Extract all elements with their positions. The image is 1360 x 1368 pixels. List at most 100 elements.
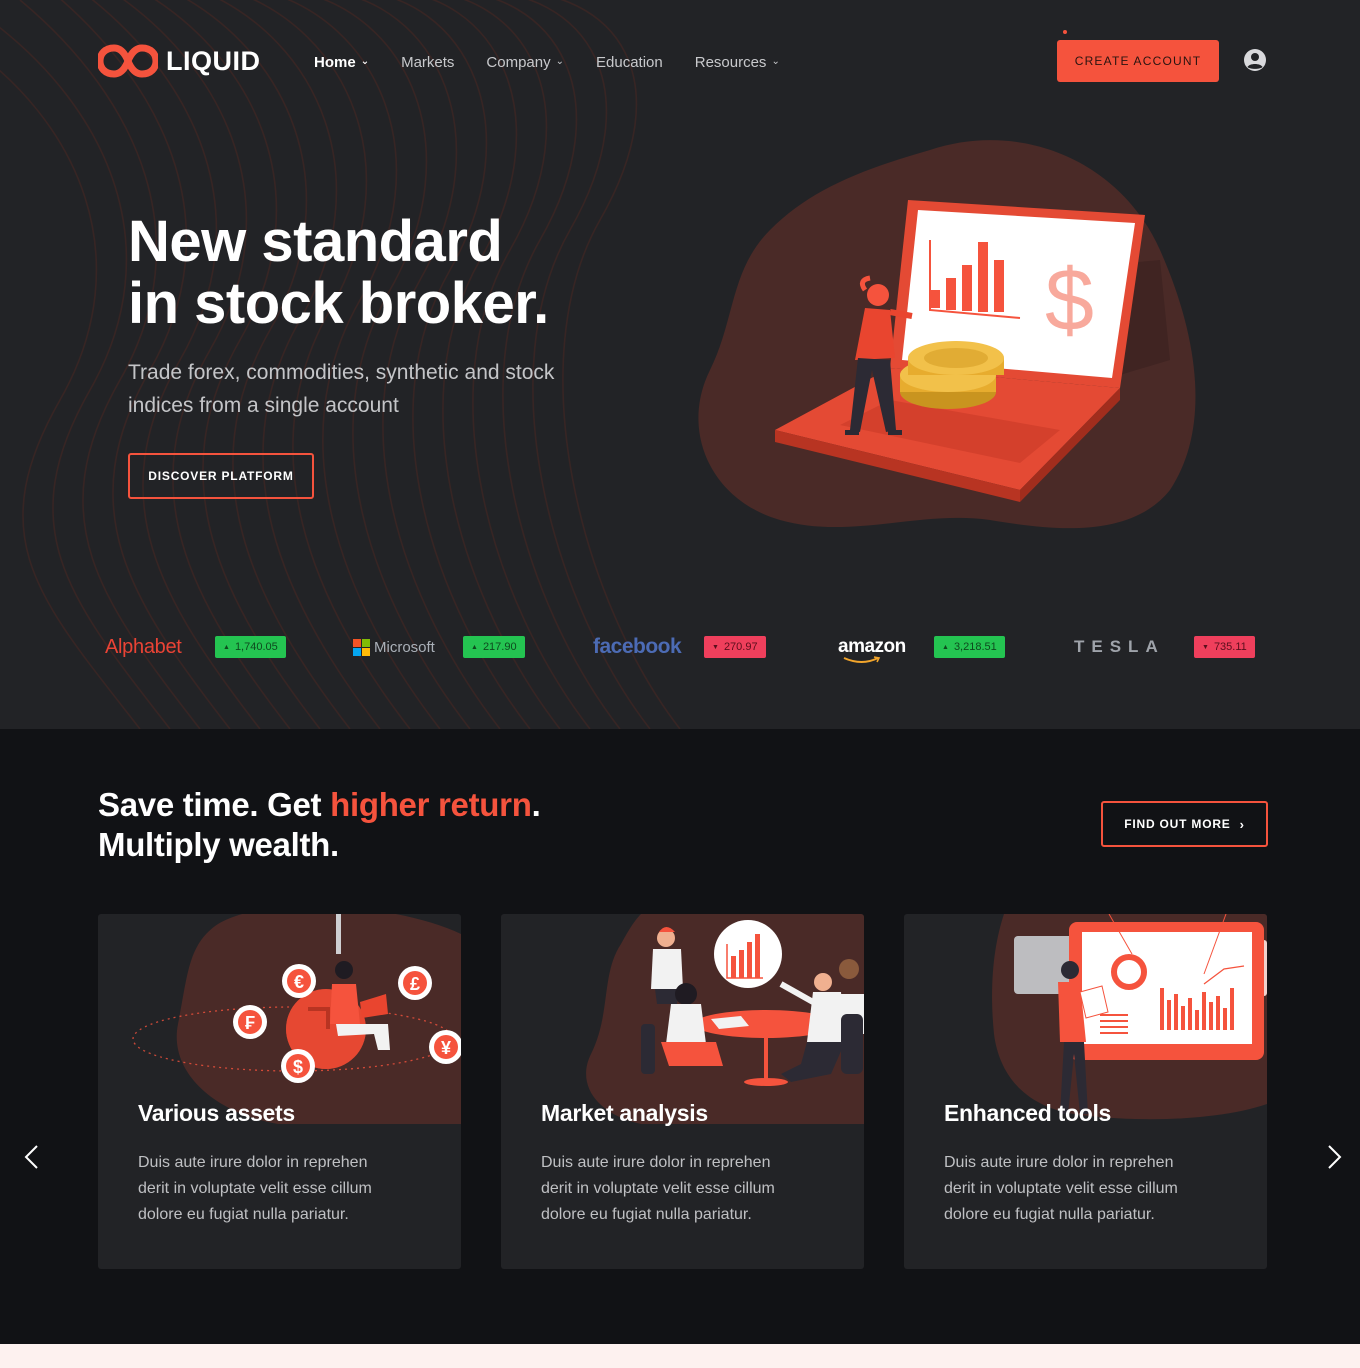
feature-card-various-assets[interactable]: € £ ₣ $ ¥ Various assets Duis aute irure… <box>98 914 461 1269</box>
card-description: Duis aute irure dolor in reprehen derit … <box>944 1150 1234 1228</box>
card-description-line: Duis aute irure dolor in reprehen <box>138 1154 368 1171</box>
discover-platform-button[interactable]: DISCOVER PLATFORM <box>128 453 314 499</box>
amazon-logo: amazon <box>838 636 906 663</box>
chevron-down-icon: ⌄ <box>555 56 565 67</box>
ticker-amazon[interactable]: amazon <box>838 630 906 664</box>
menu-item-label: Home <box>314 53 356 71</box>
top-navbar: LIQUID Home ⌄ Markets Company ⌄ Educatio… <box>0 0 1360 124</box>
menu-item-company[interactable]: Company ⌄ <box>486 54 564 71</box>
svg-text:¥: ¥ <box>441 1038 451 1058</box>
card-description-line: derit in voluptate velit esse cillum <box>541 1180 775 1197</box>
card-description-line: derit in voluptate velit esse cillum <box>138 1180 372 1197</box>
hero-section: LIQUID Home ⌄ Markets Company ⌄ Educatio… <box>0 0 1360 729</box>
currency-globe-illustration: € £ ₣ $ ¥ <box>132 914 461 1124</box>
user-circle-icon[interactable] <box>1243 48 1267 72</box>
facebook-logo: facebook <box>593 635 682 658</box>
hero-subtitle-line: indices from a single account <box>128 394 399 417</box>
triangle-up-icon: ▲ <box>223 643 230 651</box>
create-account-button[interactable]: CREATE ACCOUNT <box>1057 40 1219 82</box>
triangle-down-icon: ▼ <box>1202 643 1209 651</box>
card-description: Duis aute irure dolor in reprehen derit … <box>541 1150 831 1228</box>
find-out-more-label: FIND OUT MORE <box>1124 817 1231 831</box>
card-title: Various assets <box>138 1100 295 1126</box>
hero-title-line: in stock broker. <box>128 271 549 336</box>
next-section-edge <box>0 1344 1360 1368</box>
feature-card-market-analysis[interactable]: Market analysis Duis aute irure dolor in… <box>501 914 864 1269</box>
brand-logo[interactable]: LIQUID <box>98 44 261 78</box>
ticker-facebook[interactable]: facebook <box>593 630 682 664</box>
ticker-value: 270.97 <box>723 641 758 653</box>
carousel-prev-arrow-icon[interactable] <box>22 1145 42 1169</box>
menu-item-label: Markets <box>401 53 455 71</box>
menu-item-education[interactable]: Education <box>596 54 663 71</box>
card-description-line: derit in voluptate velit esse cillum <box>944 1180 1178 1197</box>
card-description-line: Duis aute irure dolor in reprehen <box>541 1154 771 1171</box>
svg-text:$: $ <box>1045 250 1094 349</box>
ticker-value: 1,740.05 <box>234 641 278 653</box>
chevron-right-icon: › <box>1239 816 1245 832</box>
features-title-highlight: higher return <box>330 786 532 823</box>
hero-title: New standard in stock broker. <box>128 211 549 335</box>
ticker-badge-up: ▲ 3,218.51 <box>934 636 1005 658</box>
ticker-value: 3,218.51 <box>953 641 997 653</box>
tesla-logo: TESLA <box>1074 637 1165 656</box>
stock-ticker-row: Alphabet ▲ 1,740.05 Microsoft ▲ 217.90 f… <box>98 630 1268 664</box>
card-title: Market analysis <box>541 1100 708 1126</box>
svg-text:£: £ <box>410 974 420 994</box>
triangle-down-icon: ▼ <box>712 643 719 651</box>
ticker-badge-up: ▲ 217.90 <box>463 636 525 658</box>
laptop-chart-illustration: $ <box>698 140 1196 529</box>
ticker-badge-down: ▼ 735.11 <box>1194 636 1255 658</box>
amazon-wordmark: amazon <box>838 636 906 657</box>
hero-subtitle-line: Trade forex, commodities, synthetic and … <box>128 361 555 384</box>
features-title-text: Save time. Get <box>98 786 331 823</box>
triangle-up-icon: ▲ <box>471 643 478 651</box>
hero-subtitle: Trade forex, commodities, synthetic and … <box>128 356 648 422</box>
ticker-tesla[interactable]: TESLA <box>1074 630 1165 664</box>
ticker-value: 217.90 <box>482 641 517 653</box>
card-description-line: Duis aute irure dolor in reprehen <box>944 1154 1174 1171</box>
chevron-down-icon: ⌄ <box>771 56 780 67</box>
microsoft-wordmark: Microsoft <box>374 638 435 656</box>
hero-title-line: New standard <box>128 209 503 274</box>
ticker-microsoft[interactable]: Microsoft <box>353 630 435 664</box>
features-title-text: . <box>531 786 541 823</box>
card-description-line: dolore eu fugiat nulla pariatur. <box>541 1206 752 1223</box>
features-title-line: Save time. Get higher return. <box>98 785 541 825</box>
team-meeting-illustration <box>586 914 864 1124</box>
chevron-down-icon: ⌄ <box>360 56 370 67</box>
menu-item-label: Company <box>486 53 551 71</box>
features-section: Save time. Get higher return. Multiply w… <box>0 729 1360 1344</box>
alphabet-logo: Alphabet <box>105 635 182 658</box>
brand-name: LIQUID <box>166 45 261 76</box>
feature-card-enhanced-tools[interactable]: Enhanced tools Duis aute irure dolor in … <box>904 914 1267 1269</box>
menu-item-home[interactable]: Home ⌄ <box>314 54 369 71</box>
features-title: Save time. Get higher return. Multiply w… <box>98 785 541 865</box>
ticker-badge-up: ▲ 1,740.05 <box>215 636 286 658</box>
microsoft-squares-icon <box>353 638 370 656</box>
notification-dot <box>1063 30 1067 34</box>
card-title: Enhanced tools <box>944 1100 1112 1126</box>
menu-item-label: Education <box>596 53 663 71</box>
ticker-badge-down: ▼ 270.97 <box>704 636 766 658</box>
card-description: Duis aute irure dolor in reprehen derit … <box>138 1150 428 1228</box>
menu-item-markets[interactable]: Markets <box>401 54 454 71</box>
card-description-line: dolore eu fugiat nulla pariatur. <box>944 1206 1155 1223</box>
carousel-next-arrow-icon[interactable] <box>1324 1145 1344 1169</box>
triangle-up-icon: ▲ <box>942 643 949 651</box>
menu-item-label: Resources <box>694 53 767 71</box>
ticker-alphabet[interactable]: Alphabet <box>105 630 182 664</box>
microsoft-logo: Microsoft <box>353 638 435 656</box>
amazon-smile-icon <box>843 656 881 663</box>
features-title-line: Multiply wealth. <box>98 826 339 863</box>
card-description-line: dolore eu fugiat nulla pariatur. <box>138 1206 349 1223</box>
find-out-more-button[interactable]: FIND OUT MORE › <box>1101 801 1268 847</box>
svg-text:$: $ <box>293 1057 303 1077</box>
svg-text:₣: ₣ <box>245 1013 255 1033</box>
infinity-logo-icon <box>98 44 158 78</box>
dashboard-tools-illustration <box>992 914 1267 1120</box>
main-menu: Home ⌄ Markets Company ⌄ Education Resou… <box>314 50 812 74</box>
svg-text:€: € <box>294 972 304 992</box>
menu-item-resources[interactable]: Resources ⌄ <box>695 54 780 71</box>
ticker-value: 735.11 <box>1213 641 1247 653</box>
